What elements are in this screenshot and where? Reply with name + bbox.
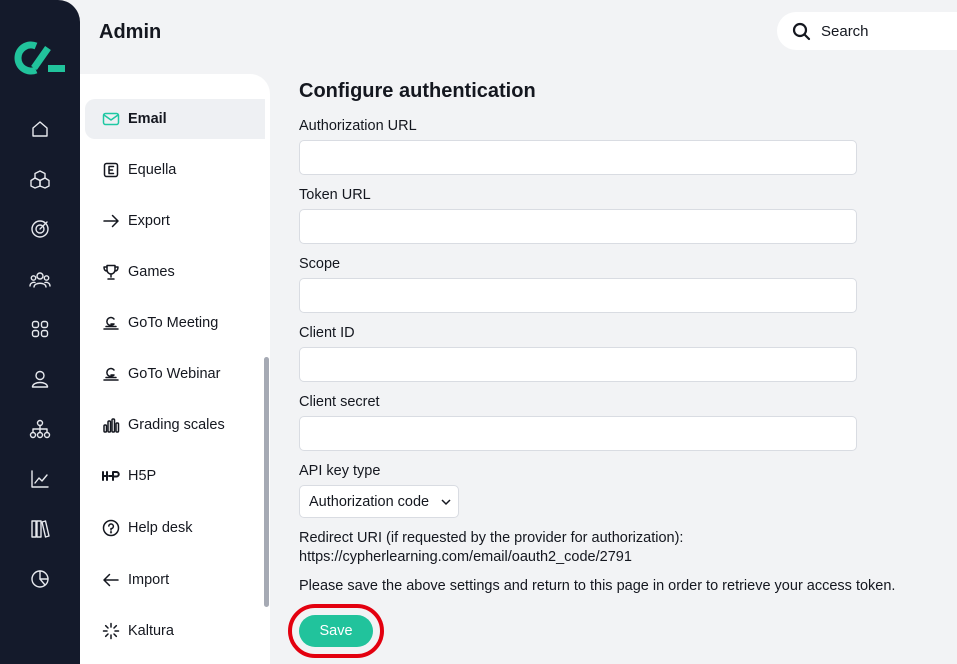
token-url-input[interactable] — [299, 209, 857, 244]
form-title: Configure authentication — [299, 80, 536, 102]
subnav-item-goto-webinar[interactable]: GoTo Webinar — [85, 354, 265, 394]
api-key-type-value: Authorization code — [309, 494, 430, 510]
help-icon — [102, 519, 120, 537]
subnav-item-label: GoTo Meeting — [128, 315, 219, 331]
subnav-item-label: Help desk — [128, 520, 193, 536]
subnav-item-label: Export — [128, 213, 170, 229]
page-title: Admin — [99, 21, 162, 43]
equella-icon — [102, 161, 120, 179]
subnav-item-label: GoTo Webinar — [128, 366, 221, 382]
bars-icon — [102, 416, 120, 434]
people-icon[interactable] — [29, 268, 51, 290]
search-label: Search — [821, 23, 869, 40]
search-icon — [792, 22, 811, 41]
target-icon[interactable] — [29, 218, 51, 240]
trophy-icon — [102, 263, 120, 281]
kaltura-icon — [102, 622, 120, 640]
subnav-item-goto-meeting[interactable]: GoTo Meeting — [85, 303, 265, 343]
subnav-item-help-desk[interactable]: Help desk — [85, 508, 265, 548]
arrow-right-icon — [102, 212, 120, 230]
subnav-item-label: Kaltura — [128, 623, 174, 639]
scope-label: Scope — [299, 256, 341, 272]
client-id-input[interactable] — [299, 347, 857, 382]
subnav-item-equella[interactable]: Equella — [85, 150, 265, 190]
api-key-type-label: API key type — [299, 463, 381, 479]
arrow-left-icon — [102, 571, 120, 589]
save-note: Please save the above settings and retur… — [299, 578, 896, 594]
chart-icon[interactable] — [29, 468, 51, 490]
subnav-item-label: Equella — [128, 162, 177, 178]
client-id-label: Client ID — [299, 325, 355, 341]
subnav-item-label: Email — [128, 111, 167, 127]
home-icon[interactable] — [29, 118, 51, 140]
user-icon[interactable] — [29, 368, 51, 390]
subnav-item-kaltura[interactable]: Kaltura — [85, 611, 265, 651]
chevron-down-icon — [441, 499, 451, 506]
subnav-item-import[interactable]: Import — [85, 560, 265, 600]
admin-subnav: Email Equella Export Games GoTo Meeting … — [80, 74, 270, 664]
authorization-url-input[interactable] — [299, 140, 857, 175]
subnav-item-label: H5P — [128, 468, 157, 484]
mail-icon — [102, 110, 120, 128]
goto-icon — [102, 314, 120, 332]
books-icon[interactable] — [29, 518, 51, 540]
redirect-uri-value: https://cypherlearning.com/email/oauth2_… — [299, 549, 632, 565]
subnav-item-label: Games — [128, 264, 175, 280]
goto-icon — [102, 365, 120, 383]
client-secret-label: Client secret — [299, 394, 380, 410]
subnav-item-email[interactable]: Email — [85, 99, 265, 139]
app-logo[interactable] — [14, 38, 66, 78]
client-secret-input[interactable] — [299, 416, 857, 451]
subnav-item-export[interactable]: Export — [85, 201, 265, 241]
hierarchy-icon[interactable] — [29, 418, 51, 440]
redirect-uri-label: Redirect URI (if requested by the provid… — [299, 530, 684, 546]
api-key-type-select[interactable]: Authorization code — [299, 485, 459, 518]
subnav-item-label: Grading scales — [128, 417, 225, 433]
authorization-url-label: Authorization URL — [299, 118, 417, 134]
scope-input[interactable] — [299, 278, 857, 313]
subnav-item-games[interactable]: Games — [85, 252, 265, 292]
cubes-icon[interactable] — [29, 168, 51, 190]
grid-icon[interactable] — [29, 318, 51, 340]
h5p-icon — [102, 467, 120, 485]
search-box[interactable]: Search — [777, 12, 957, 50]
app-rail — [0, 0, 80, 664]
token-url-label: Token URL — [299, 187, 371, 203]
subnav-item-h5p[interactable]: H5P — [85, 456, 265, 496]
subnav-item-label: Import — [128, 572, 170, 588]
subnav-scrollbar[interactable] — [264, 357, 269, 607]
subnav-item-grading-scales[interactable]: Grading scales — [85, 405, 265, 445]
pie-chart-icon[interactable] — [29, 568, 51, 590]
save-button[interactable]: Save — [299, 615, 373, 647]
